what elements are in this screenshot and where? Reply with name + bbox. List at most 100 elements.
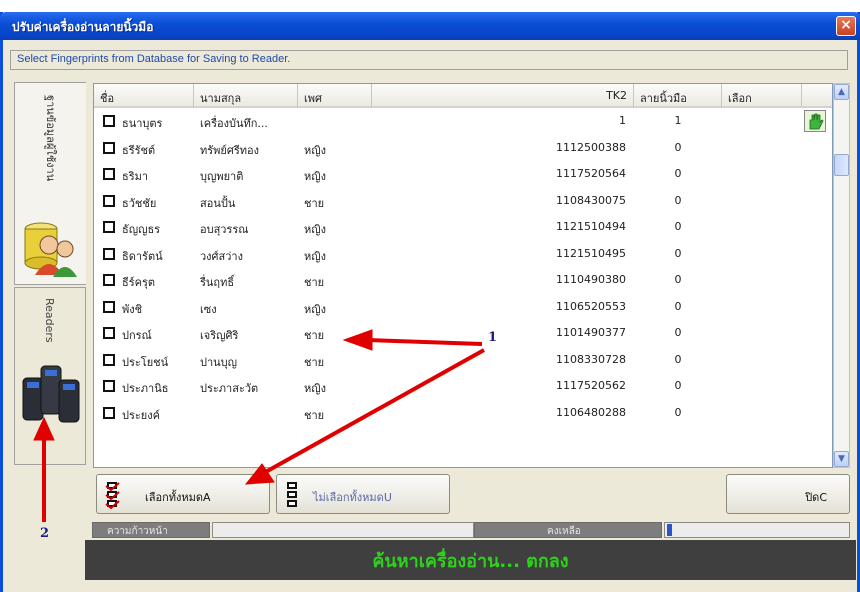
cell-tk2: 1101490377 bbox=[556, 326, 626, 339]
col-header-tk2[interactable]: TK2 bbox=[372, 84, 634, 108]
row-checkbox[interactable] bbox=[103, 141, 115, 154]
table-row[interactable]: พังชิ เซง หญิง 1106520553 0 bbox=[94, 294, 832, 320]
cell-tk2: 1121510495 bbox=[556, 246, 626, 260]
title-bar[interactable]: ปรับค่าเครื่องอ่านลายนิ้วมือ × bbox=[0, 12, 860, 40]
table-row[interactable]: ธนาบุตร เครื่องบันทึก... 1 1 bbox=[94, 108, 832, 134]
cell-sex: ชาย bbox=[304, 355, 325, 369]
cell-tk2: 1108330728 bbox=[556, 352, 626, 366]
deselect-all-button[interactable]: ไม่เลือกทั้งหมดU bbox=[276, 474, 450, 514]
tab-readers[interactable]: Readers bbox=[14, 287, 86, 465]
row-checkbox[interactable] bbox=[103, 380, 115, 392]
scroll-thumb[interactable] bbox=[834, 154, 849, 176]
cell-tk2: 1117520564 bbox=[556, 167, 626, 180]
tab-user-database-label: ฐานข้อมูลผู้ใช้งาน bbox=[44, 95, 57, 182]
col-header-name[interactable]: ชื่อ bbox=[94, 84, 194, 108]
row-checkbox[interactable] bbox=[103, 247, 115, 260]
row-checkbox[interactable] bbox=[103, 300, 115, 313]
cell-tk2: 1110490380 bbox=[556, 273, 626, 286]
cell-surname bbox=[196, 400, 296, 426]
row-checkbox[interactable] bbox=[103, 221, 115, 233]
table-row[interactable]: ธีร์ครุต รื่นฤทธิ์ ชาย 1110490380 0 bbox=[94, 267, 832, 293]
select-all-icon bbox=[105, 482, 120, 510]
cell-surname: สอนปั้น bbox=[200, 196, 236, 210]
deselect-all-icon bbox=[285, 482, 299, 508]
cell-tk2: 1106520553 bbox=[556, 299, 626, 313]
cell-sex: หญิง bbox=[304, 223, 326, 236]
cell-fingerprints: 0 bbox=[674, 405, 682, 419]
cell-sex: หญิง bbox=[304, 382, 326, 395]
row-checkbox[interactable] bbox=[103, 353, 115, 366]
col-header-fingerprints[interactable]: ลายนิ้วมือ bbox=[634, 84, 722, 108]
cell-surname: เครื่องบันทึก... bbox=[200, 117, 268, 130]
select-all-button[interactable]: เลือกทั้งหมดA bbox=[96, 474, 270, 514]
cell-fingerprints: 0 bbox=[674, 352, 682, 366]
deselect-all-label: ไม่เลือกทั้งหมดU bbox=[313, 491, 392, 504]
cell-fingerprints: 0 bbox=[674, 220, 682, 233]
select-all-label: เลือกทั้งหมดA bbox=[145, 491, 211, 504]
cell-sex: หญิง bbox=[304, 143, 326, 157]
cell-sex: ชาย bbox=[304, 329, 325, 342]
table-row[interactable]: ประภานิธ ประภาสะวัต หญิง 1117520562 0 bbox=[94, 373, 832, 399]
cell-fingerprints: 0 bbox=[674, 379, 682, 392]
table-row[interactable]: ธิดารัตน์ วงศ์สว่าง หญิง 1121510495 0 bbox=[94, 241, 832, 267]
table-row[interactable]: ประยงค์ ชาย 1106480288 0 bbox=[94, 400, 832, 426]
table-row[interactable]: ธัญญธร อบสุวรรณ หญิง 1121510494 0 bbox=[94, 214, 832, 240]
cell-tk2: 1112500388 bbox=[556, 140, 626, 154]
tab-readers-label: Readers bbox=[43, 298, 56, 343]
cell-fingerprints: 0 bbox=[674, 299, 682, 313]
users-grid[interactable]: ชื่อ นามสกุล เพศ TK2 ลายนิ้วมือ เลือก ธน… bbox=[93, 83, 833, 468]
cell-fingerprints: 0 bbox=[674, 167, 682, 180]
cell-sex: ชาย bbox=[304, 408, 325, 422]
cell-sex: ชาย bbox=[304, 276, 325, 289]
col-header-surname[interactable]: นามสกุล bbox=[194, 84, 298, 108]
row-checkbox[interactable] bbox=[103, 194, 115, 207]
fingerprint-hand-icon[interactable] bbox=[804, 110, 826, 132]
cell-fingerprints: 0 bbox=[674, 193, 682, 207]
progress-bar bbox=[212, 522, 474, 538]
cell-fingerprints: 0 bbox=[674, 273, 682, 286]
cell-fingerprints: 1 bbox=[674, 114, 682, 127]
cell-sex: ชาย bbox=[304, 196, 325, 210]
table-row[interactable]: ประโยชน์ ปานบุญ ชาย 1108330728 0 bbox=[94, 347, 832, 373]
info-bar: Select Fingerprints from Database for Sa… bbox=[10, 50, 848, 70]
status-message: ค้นหาเครื่องอ่าน... ตกลง bbox=[372, 551, 569, 572]
table-row[interactable]: ปกรณ์ เจริญศิริ ชาย 1101490377 0 bbox=[94, 320, 832, 346]
cell-tk2: 1 bbox=[619, 114, 626, 127]
cell-surname: เจริญศิริ bbox=[200, 329, 239, 342]
cell-surname: อบสุวรรณ bbox=[200, 223, 249, 236]
remaining-bar bbox=[664, 522, 850, 538]
cell-fingerprints: 0 bbox=[674, 246, 682, 260]
row-checkbox[interactable] bbox=[103, 168, 115, 180]
cell-surname: รื่นฤทธิ์ bbox=[200, 276, 235, 289]
table-row[interactable]: ธรีรัชต์ ทรัพย์ศรีทอง หญิง 1112500388 0 bbox=[94, 135, 832, 161]
close-button[interactable]: ปิดC bbox=[726, 474, 850, 514]
progress-label: ความก้าวหน้า bbox=[107, 526, 168, 537]
table-row[interactable]: ธริมา บุญพยาติ หญิง 1117520564 0 bbox=[94, 161, 832, 187]
col-header-sex[interactable]: เพศ bbox=[298, 84, 372, 108]
cell-surname: ปานบุญ bbox=[200, 355, 238, 369]
cell-sex bbox=[300, 108, 370, 134]
cell-fingerprints: 0 bbox=[674, 140, 682, 154]
status-panel: ค้นหาเครื่องอ่าน... ตกลง bbox=[85, 540, 856, 580]
cell-fingerprints: 0 bbox=[674, 326, 682, 339]
col-header-select[interactable]: เลือก bbox=[722, 84, 802, 108]
row-checkbox[interactable] bbox=[103, 327, 115, 339]
row-checkbox[interactable] bbox=[103, 115, 115, 127]
remaining-label: คงเหลือ bbox=[547, 526, 581, 537]
close-label: ปิดC bbox=[805, 491, 827, 504]
scroll-up-button[interactable]: ▲ bbox=[834, 84, 849, 100]
cell-surname: ประภาสะวัต bbox=[200, 382, 259, 395]
cell-sex: หญิง bbox=[304, 249, 326, 263]
close-window-button[interactable]: × bbox=[836, 16, 856, 36]
cell-tk2: 1121510494 bbox=[556, 220, 626, 233]
row-checkbox[interactable] bbox=[103, 406, 115, 419]
table-row[interactable]: ธวัชชัย สอนปั้น ชาย 1108430075 0 bbox=[94, 188, 832, 214]
grid-scrollbar[interactable]: ▲ ▼ bbox=[833, 83, 850, 468]
cell-surname: บุญพยาติ bbox=[200, 170, 244, 183]
row-checkbox[interactable] bbox=[103, 274, 115, 286]
scroll-down-button[interactable]: ▼ bbox=[834, 451, 849, 467]
col-header-extra bbox=[802, 84, 832, 108]
progress-label-box: ความก้าวหน้า bbox=[92, 522, 210, 538]
remaining-label-box: คงเหลือ bbox=[474, 522, 662, 538]
tab-user-database[interactable]: ฐานข้อมูลผู้ใช้งาน bbox=[14, 82, 86, 285]
